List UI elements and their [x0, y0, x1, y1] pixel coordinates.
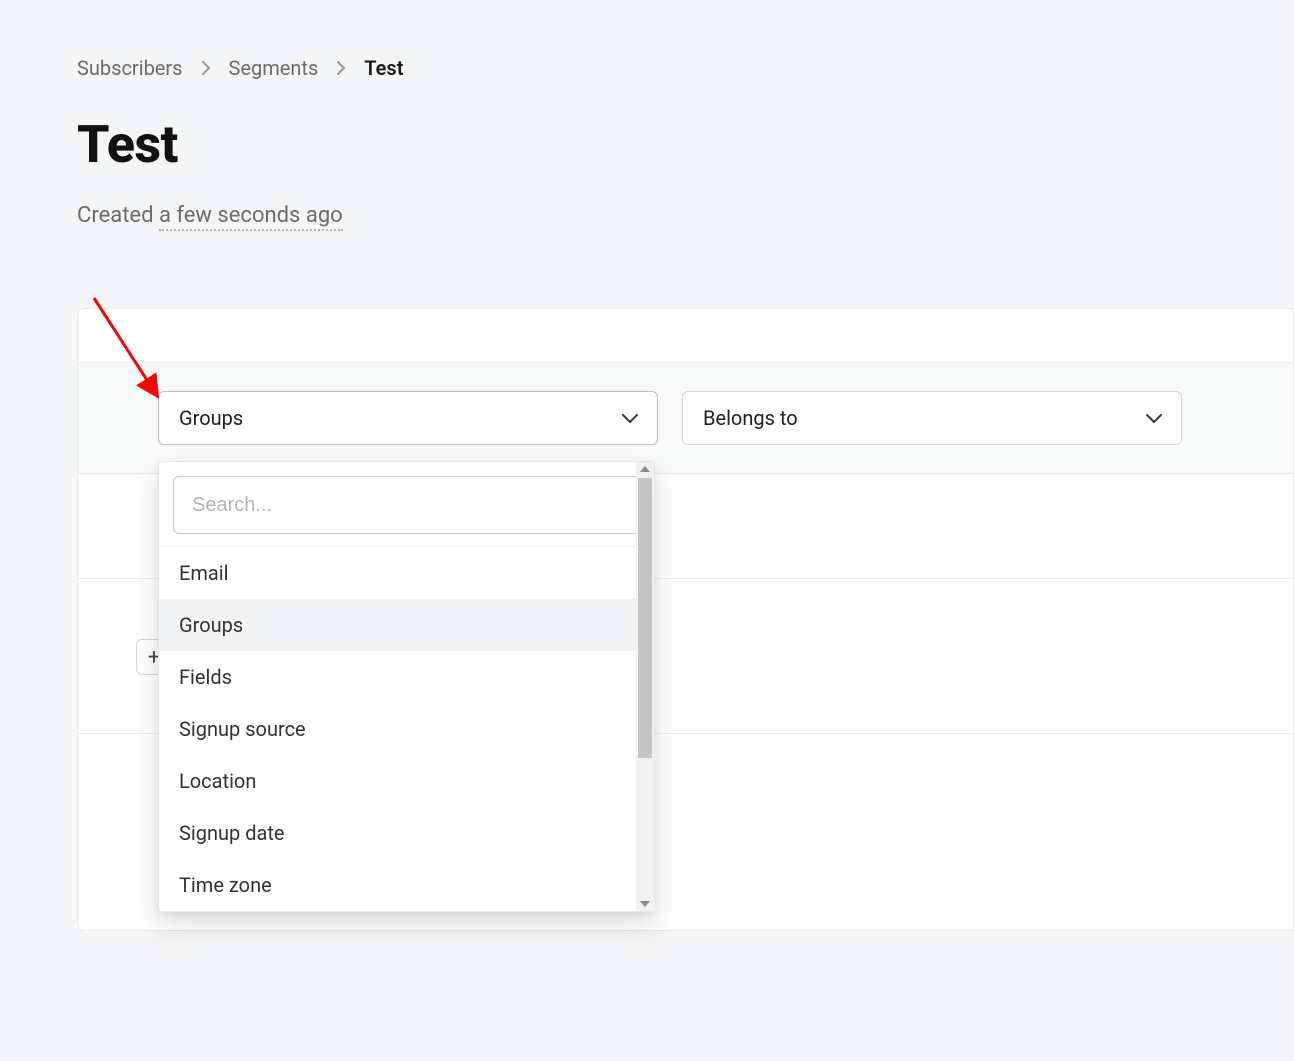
dropdown-option-fields[interactable]: Fields [159, 651, 654, 703]
dropdown-search-input[interactable] [173, 476, 640, 534]
chevron-right-icon [201, 60, 211, 76]
dropdown-option-groups[interactable]: Groups [159, 599, 654, 651]
operator-select-value: Belongs to [703, 406, 798, 430]
dropdown-option-time-zone[interactable]: Time zone [159, 859, 654, 911]
chevron-down-icon [1145, 406, 1163, 430]
operator-select[interactable]: Belongs to [682, 391, 1182, 445]
scroll-down-icon [640, 901, 650, 907]
breadcrumb-current: Test [364, 56, 403, 80]
page-title: Test [77, 114, 1294, 175]
breadcrumb: Subscribers Segments Test [77, 56, 1294, 80]
created-prefix: Created [77, 203, 159, 228]
dropdown-option-list: Email Groups Fields Signup source Locati… [159, 547, 654, 911]
dropdown-option-signup-date[interactable]: Signup date [159, 807, 654, 859]
dropdown-option-signup-source[interactable]: Signup source [159, 703, 654, 755]
scroll-up-icon [640, 466, 650, 472]
breadcrumb-subscribers[interactable]: Subscribers [77, 56, 183, 80]
created-timestamp: a few seconds ago [159, 203, 343, 231]
dropdown-option-email[interactable]: Email [159, 547, 654, 599]
chevron-right-icon [336, 60, 346, 76]
dropdown-option-location[interactable]: Location [159, 755, 654, 807]
breadcrumb-segments[interactable]: Segments [229, 56, 319, 80]
created-meta: Created a few seconds ago [77, 203, 1294, 228]
chevron-down-icon [621, 406, 639, 430]
field-select[interactable]: Groups [158, 391, 658, 445]
filter-row: Groups Belongs to [78, 362, 1293, 474]
field-select-dropdown: Email Groups Fields Signup source Locati… [158, 461, 655, 912]
scroll-thumb[interactable] [638, 478, 652, 758]
dropdown-scrollbar[interactable] [636, 462, 654, 911]
field-select-value: Groups [179, 406, 243, 430]
